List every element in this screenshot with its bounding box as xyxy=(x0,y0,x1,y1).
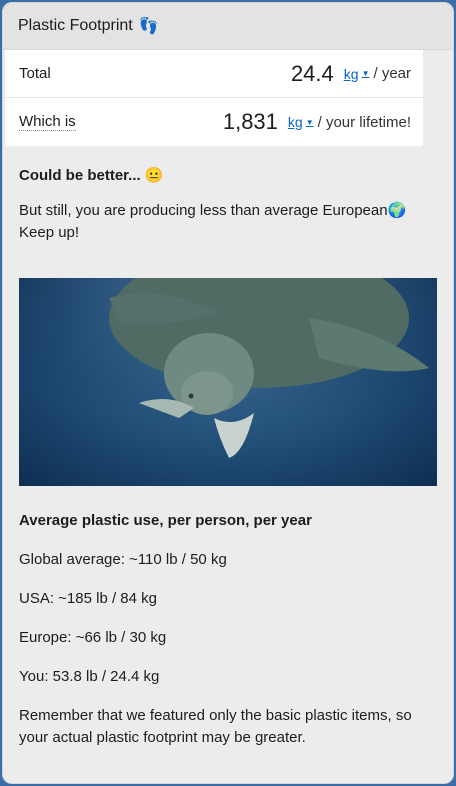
panel-title: Plastic Footprint xyxy=(18,17,133,34)
totals-table: Total 24.4 kg ▼ / year Which is 1,831 kg… xyxy=(5,50,423,146)
global-average: Global average: ~110 lb / 50 kg xyxy=(19,551,227,568)
lifetime-unit-label: kg xyxy=(287,114,303,130)
chevron-down-icon: ▼ xyxy=(305,117,314,127)
average-title: Average plastic use, per person, per yea… xyxy=(19,512,312,529)
lifetime-unit-dropdown[interactable]: kg ▼ xyxy=(288,114,314,130)
encouragement-line-1: But still, you are producing less than a… xyxy=(19,202,407,219)
sea-turtle-image xyxy=(19,278,437,486)
result-content: Could be better... 😐 But still, you are … xyxy=(3,166,453,749)
total-unit-dropdown[interactable]: kg ▼ xyxy=(344,66,370,82)
lifetime-value: 1,831 xyxy=(222,109,278,134)
sea-turtle-illustration xyxy=(19,278,437,486)
total-label: Total xyxy=(19,65,51,82)
usa-average: USA: ~185 lb / 84 kg xyxy=(19,590,158,607)
disclaimer-note: Remember that we featured only the basic… xyxy=(19,707,412,746)
plastic-footprint-panel: Plastic Footprint 👣 Total 24.4 kg ▼ / ye… xyxy=(2,2,454,784)
lifetime-suffix: / your lifetime! xyxy=(317,113,411,131)
total-suffix: / year xyxy=(373,65,411,82)
lifetime-label[interactable]: Which is xyxy=(19,113,76,131)
your-usage: You: 53.8 lb / 24.4 kg xyxy=(19,668,160,685)
total-unit-label: kg xyxy=(343,65,359,82)
total-row: Total 24.4 kg ▼ / year xyxy=(5,50,423,98)
europe-average: Europe: ~66 lb / 30 kg xyxy=(19,629,167,646)
total-value: 24.4 xyxy=(290,60,334,86)
lifetime-row: Which is 1,831 kg ▼ / your lifetime! xyxy=(5,98,423,146)
encouragement-line-2: Keep up! xyxy=(19,224,80,241)
encouragement-text: But still, you are producing less than a… xyxy=(19,200,437,244)
footprints-icon: 👣 xyxy=(138,18,159,35)
verdict-text: Could be better... 😐 xyxy=(19,167,164,184)
panel-header: Plastic Footprint 👣 xyxy=(3,3,453,50)
chevron-down-icon: ▼ xyxy=(361,69,370,78)
